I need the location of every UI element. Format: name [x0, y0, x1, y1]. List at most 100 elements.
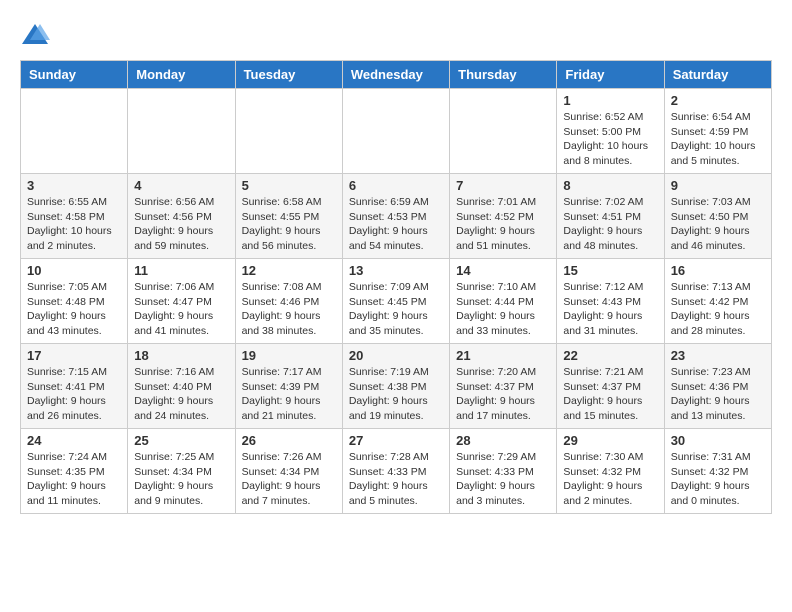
- logo: [20, 20, 54, 50]
- day-number: 20: [349, 348, 443, 363]
- calendar-cell: 13 Sunrise: 7:09 AM Sunset: 4:45 PM Dayli…: [342, 259, 449, 344]
- day-info: Sunrise: 7:30 AM Sunset: 4:32 PM Dayligh…: [563, 450, 657, 509]
- day-number: 25: [134, 433, 228, 448]
- day-info: Sunrise: 7:10 AM Sunset: 4:44 PM Dayligh…: [456, 280, 550, 339]
- calendar-cell: 28 Sunrise: 7:29 AM Sunset: 4:33 PM Dayli…: [450, 429, 557, 514]
- calendar-week-2: 3Sunrise: 6:55 AM Sunset: 4:58 PM Daylig…: [21, 174, 772, 259]
- calendar-cell: 18 Sunrise: 7:16 AM Sunset: 4:40 PM Dayli…: [128, 344, 235, 429]
- calendar-cell: [342, 89, 449, 174]
- day-number: 23: [671, 348, 765, 363]
- calendar-cell: 11 Sunrise: 7:06 AM Sunset: 4:47 PM Dayli…: [128, 259, 235, 344]
- day-number: 2: [671, 93, 765, 108]
- calendar-cell: 27 Sunrise: 7:28 AM Sunset: 4:33 PM Dayli…: [342, 429, 449, 514]
- calendar-cell: 5 Sunrise: 6:58 AM Sunset: 4:55 PM Daylig…: [235, 174, 342, 259]
- day-info: Sunrise: 7:16 AM Sunset: 4:40 PM Dayligh…: [134, 365, 228, 424]
- calendar-cell: 2Sunrise: 6:54 AM Sunset: 4:59 PM Daylig…: [664, 89, 771, 174]
- day-info: Sunrise: 7:23 AM Sunset: 4:36 PM Dayligh…: [671, 365, 765, 424]
- day-info: Sunrise: 6:58 AM Sunset: 4:55 PM Dayligh…: [242, 195, 336, 254]
- day-info: Sunrise: 7:12 AM Sunset: 4:43 PM Dayligh…: [563, 280, 657, 339]
- calendar-cell: 12 Sunrise: 7:08 AM Sunset: 4:46 PM Dayli…: [235, 259, 342, 344]
- calendar-cell: [235, 89, 342, 174]
- calendar-cell: 17 Sunrise: 7:15 AM Sunset: 4:41 PM Dayli…: [21, 344, 128, 429]
- header-day-thursday: Thursday: [450, 61, 557, 89]
- calendar-cell: 26 Sunrise: 7:26 AM Sunset: 4:34 PM Dayli…: [235, 429, 342, 514]
- calendar-cell: 14 Sunrise: 7:10 AM Sunset: 4:44 PM Dayli…: [450, 259, 557, 344]
- calendar-cell: 16 Sunrise: 7:13 AM Sunset: 4:42 PM Dayli…: [664, 259, 771, 344]
- day-info: Sunrise: 7:09 AM Sunset: 4:45 PM Dayligh…: [349, 280, 443, 339]
- calendar-cell: 15 Sunrise: 7:12 AM Sunset: 4:43 PM Dayli…: [557, 259, 664, 344]
- day-info: Sunrise: 7:19 AM Sunset: 4:38 PM Dayligh…: [349, 365, 443, 424]
- day-number: 30: [671, 433, 765, 448]
- day-info: Sunrise: 7:20 AM Sunset: 4:37 PM Dayligh…: [456, 365, 550, 424]
- day-number: 21: [456, 348, 550, 363]
- day-number: 13: [349, 263, 443, 278]
- day-number: 28: [456, 433, 550, 448]
- calendar-cell: 23 Sunrise: 7:23 AM Sunset: 4:36 PM Dayli…: [664, 344, 771, 429]
- day-info: Sunrise: 7:15 AM Sunset: 4:41 PM Dayligh…: [27, 365, 121, 424]
- page-header: [20, 20, 772, 50]
- day-info: Sunrise: 7:13 AM Sunset: 4:42 PM Dayligh…: [671, 280, 765, 339]
- day-number: 8: [563, 178, 657, 193]
- calendar-week-4: 17 Sunrise: 7:15 AM Sunset: 4:41 PM Dayli…: [21, 344, 772, 429]
- day-number: 19: [242, 348, 336, 363]
- calendar-cell: 21 Sunrise: 7:20 AM Sunset: 4:37 PM Dayli…: [450, 344, 557, 429]
- day-number: 11: [134, 263, 228, 278]
- day-info: Sunrise: 7:26 AM Sunset: 4:34 PM Dayligh…: [242, 450, 336, 509]
- day-number: 27: [349, 433, 443, 448]
- calendar-week-5: 24Sunrise: 7:24 AM Sunset: 4:35 PM Dayli…: [21, 429, 772, 514]
- calendar-cell: 9Sunrise: 7:03 AM Sunset: 4:50 PM Daylig…: [664, 174, 771, 259]
- header-day-friday: Friday: [557, 61, 664, 89]
- day-number: 29: [563, 433, 657, 448]
- day-number: 16: [671, 263, 765, 278]
- day-number: 26: [242, 433, 336, 448]
- calendar-cell: 24Sunrise: 7:24 AM Sunset: 4:35 PM Dayli…: [21, 429, 128, 514]
- day-number: 10: [27, 263, 121, 278]
- day-info: Sunrise: 7:17 AM Sunset: 4:39 PM Dayligh…: [242, 365, 336, 424]
- calendar-cell: [21, 89, 128, 174]
- day-number: 9: [671, 178, 765, 193]
- logo-icon: [20, 20, 50, 50]
- day-number: 15: [563, 263, 657, 278]
- calendar-cell: 4 Sunrise: 6:56 AM Sunset: 4:56 PM Daylig…: [128, 174, 235, 259]
- day-number: 1: [563, 93, 657, 108]
- header-day-saturday: Saturday: [664, 61, 771, 89]
- day-info: Sunrise: 7:06 AM Sunset: 4:47 PM Dayligh…: [134, 280, 228, 339]
- day-info: Sunrise: 7:21 AM Sunset: 4:37 PM Dayligh…: [563, 365, 657, 424]
- day-number: 7: [456, 178, 550, 193]
- day-number: 14: [456, 263, 550, 278]
- calendar-cell: 25 Sunrise: 7:25 AM Sunset: 4:34 PM Dayli…: [128, 429, 235, 514]
- header-day-tuesday: Tuesday: [235, 61, 342, 89]
- day-number: 24: [27, 433, 121, 448]
- day-number: 5: [242, 178, 336, 193]
- calendar-cell: 6 Sunrise: 6:59 AM Sunset: 4:53 PM Daylig…: [342, 174, 449, 259]
- calendar-cell: 19 Sunrise: 7:17 AM Sunset: 4:39 PM Dayli…: [235, 344, 342, 429]
- calendar-cell: 7 Sunrise: 7:01 AM Sunset: 4:52 PM Daylig…: [450, 174, 557, 259]
- day-info: Sunrise: 7:31 AM Sunset: 4:32 PM Dayligh…: [671, 450, 765, 509]
- day-info: Sunrise: 7:01 AM Sunset: 4:52 PM Dayligh…: [456, 195, 550, 254]
- header-day-monday: Monday: [128, 61, 235, 89]
- header-day-wednesday: Wednesday: [342, 61, 449, 89]
- day-info: Sunrise: 7:29 AM Sunset: 4:33 PM Dayligh…: [456, 450, 550, 509]
- calendar-week-3: 10 Sunrise: 7:05 AM Sunset: 4:48 PM Dayli…: [21, 259, 772, 344]
- day-number: 12: [242, 263, 336, 278]
- day-number: 3: [27, 178, 121, 193]
- day-info: Sunrise: 7:05 AM Sunset: 4:48 PM Dayligh…: [27, 280, 121, 339]
- calendar-cell: 30 Sunrise: 7:31 AM Sunset: 4:32 PM Dayli…: [664, 429, 771, 514]
- day-info: Sunrise: 6:59 AM Sunset: 4:53 PM Dayligh…: [349, 195, 443, 254]
- calendar-cell: 10 Sunrise: 7:05 AM Sunset: 4:48 PM Dayli…: [21, 259, 128, 344]
- day-number: 18: [134, 348, 228, 363]
- calendar-cell: 29 Sunrise: 7:30 AM Sunset: 4:32 PM Dayli…: [557, 429, 664, 514]
- day-info: Sunrise: 7:08 AM Sunset: 4:46 PM Dayligh…: [242, 280, 336, 339]
- day-number: 4: [134, 178, 228, 193]
- calendar-cell: 22Sunrise: 7:21 AM Sunset: 4:37 PM Dayli…: [557, 344, 664, 429]
- calendar-cell: 8Sunrise: 7:02 AM Sunset: 4:51 PM Daylig…: [557, 174, 664, 259]
- day-number: 6: [349, 178, 443, 193]
- calendar-cell: [450, 89, 557, 174]
- day-info: Sunrise: 7:25 AM Sunset: 4:34 PM Dayligh…: [134, 450, 228, 509]
- day-number: 17: [27, 348, 121, 363]
- day-info: Sunrise: 7:28 AM Sunset: 4:33 PM Dayligh…: [349, 450, 443, 509]
- calendar-table: SundayMondayTuesdayWednesdayThursdayFrid…: [20, 60, 772, 514]
- day-info: Sunrise: 6:56 AM Sunset: 4:56 PM Dayligh…: [134, 195, 228, 254]
- calendar-cell: 3Sunrise: 6:55 AM Sunset: 4:58 PM Daylig…: [21, 174, 128, 259]
- header-day-sunday: Sunday: [21, 61, 128, 89]
